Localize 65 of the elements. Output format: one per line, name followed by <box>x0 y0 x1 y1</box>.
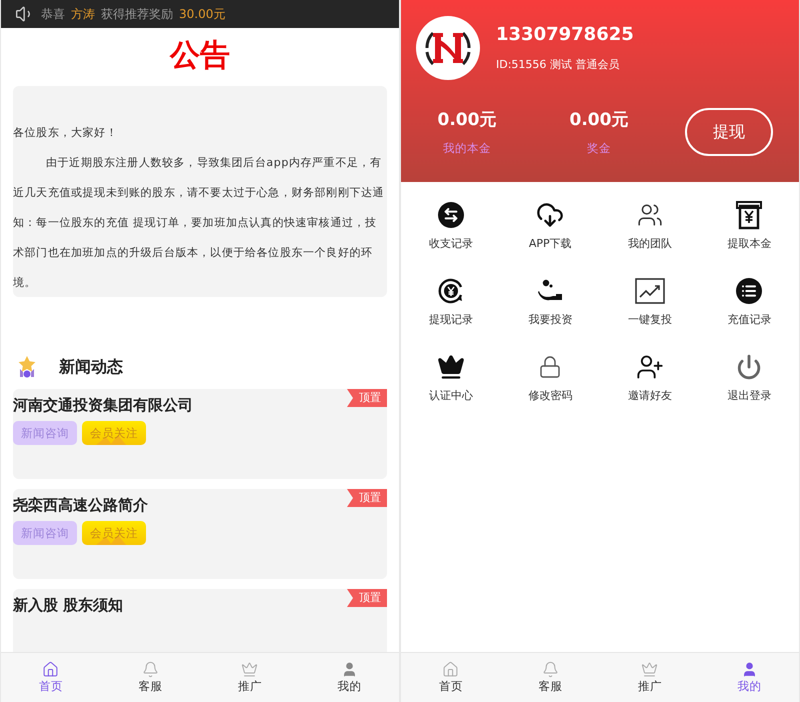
pinned-badge: 顶置 <box>347 489 387 507</box>
menu-item[interactable]: 提取本金 <box>700 200 799 262</box>
menu-item[interactable]: 提现记录 <box>401 276 500 338</box>
menu-item[interactable]: APP下载 <box>500 200 600 262</box>
balance-amount: 0.00元 <box>438 109 496 131</box>
balance-label: 奖金 <box>587 141 611 156</box>
news-card[interactable]: 尧栾西高速公路简介 新闻咨询 会员关注 顶置 <box>13 489 387 579</box>
tab[interactable]: 客服 <box>500 653 600 702</box>
menu-item[interactable]: 认证中心 <box>401 352 500 414</box>
pinned-badge: 顶置 <box>347 389 387 407</box>
crown-icon <box>241 661 258 678</box>
section-title: 新闻动态 <box>59 356 123 378</box>
ticker-text: 方涛 <box>71 6 95 22</box>
power-icon <box>736 354 762 380</box>
pinned-badge: 顶置 <box>347 589 387 607</box>
exchange-icon <box>436 201 465 229</box>
balance-amount: 0.00元 <box>570 109 628 131</box>
menu-item[interactable]: 邀请好友 <box>600 352 700 414</box>
home-icon <box>442 661 460 678</box>
notice-greeting: 各位股东，大家好！ <box>13 125 118 141</box>
news-tag: 新闻咨询 <box>13 421 77 445</box>
tab[interactable]: 首页 <box>1 653 100 702</box>
tab[interactable]: 首页 <box>401 653 500 702</box>
news-tag: 会员关注 <box>82 521 146 545</box>
list-icon <box>735 277 764 305</box>
menu-item[interactable]: 退出登录 <box>700 352 799 414</box>
chart-icon <box>634 278 665 304</box>
crown-icon <box>436 353 465 381</box>
news-tag: 新闻咨询 <box>13 521 77 545</box>
tab[interactable]: 推广 <box>600 653 700 702</box>
menu-item[interactable]: 一键复投 <box>600 276 700 338</box>
menu-item[interactable]: 收支记录 <box>401 200 500 262</box>
news-title: 尧栾西高速公路简介 <box>13 495 148 515</box>
user-meta: ID:51556 测试 普通会员 <box>496 57 620 72</box>
news-title: 河南交通投资集团有限公司 <box>13 395 193 415</box>
yen-box-icon <box>735 200 764 230</box>
home-icon <box>42 661 60 678</box>
news-card[interactable]: 新入股 股东须知 顶置 <box>13 589 387 652</box>
balance-label: 我的本金 <box>443 141 491 156</box>
lock-icon <box>538 355 562 379</box>
withdraw-button[interactable]: 提现 <box>685 108 773 156</box>
news-title: 新入股 股东须知 <box>13 595 124 615</box>
bell-icon <box>142 661 159 678</box>
yen-cycle-icon <box>436 277 465 305</box>
menu-item[interactable]: 充值记录 <box>700 276 799 338</box>
user-phone: 13307978625 <box>496 24 634 45</box>
tab[interactable]: 客服 <box>100 653 200 702</box>
bell-icon <box>542 661 559 678</box>
news-card[interactable]: 河南交通投资集团有限公司 新闻咨询 会员关注 顶置 <box>13 389 387 479</box>
menu-item[interactable]: 我的团队 <box>600 200 700 262</box>
notice-title: 公告 <box>168 37 231 75</box>
add-user-icon <box>636 353 664 381</box>
crown-icon <box>641 661 658 678</box>
tab[interactable]: 我的 <box>700 653 799 702</box>
ticker-text: 获得推荐奖励 <box>101 6 173 22</box>
notice-text: 由于近期股东注册人数较多，导致集团后台app内存严重不足，有近几天充值或提现未到账的股东，请不要太过于心急，财务部刚刚下达通知：每一位股东的充值 提现订单，要加班加点认真的快速审核通过，技术部门也在加班加点的升级后台版本，以便于给各位股东一个良好的环境。 <box>13 155 386 291</box>
menu-item[interactable]: 修改密码 <box>500 352 600 414</box>
tab[interactable]: 我的 <box>300 653 399 702</box>
menu-item[interactable]: 我要投资 <box>500 276 600 338</box>
news-tag: 会员关注 <box>82 421 146 445</box>
ticker-text: 30.00元 <box>179 6 226 22</box>
ticker-text: 恭喜 <box>41 6 65 22</box>
cloud-download-icon <box>536 201 564 229</box>
tab[interactable]: 推广 <box>200 653 300 702</box>
users-icon <box>636 202 663 228</box>
